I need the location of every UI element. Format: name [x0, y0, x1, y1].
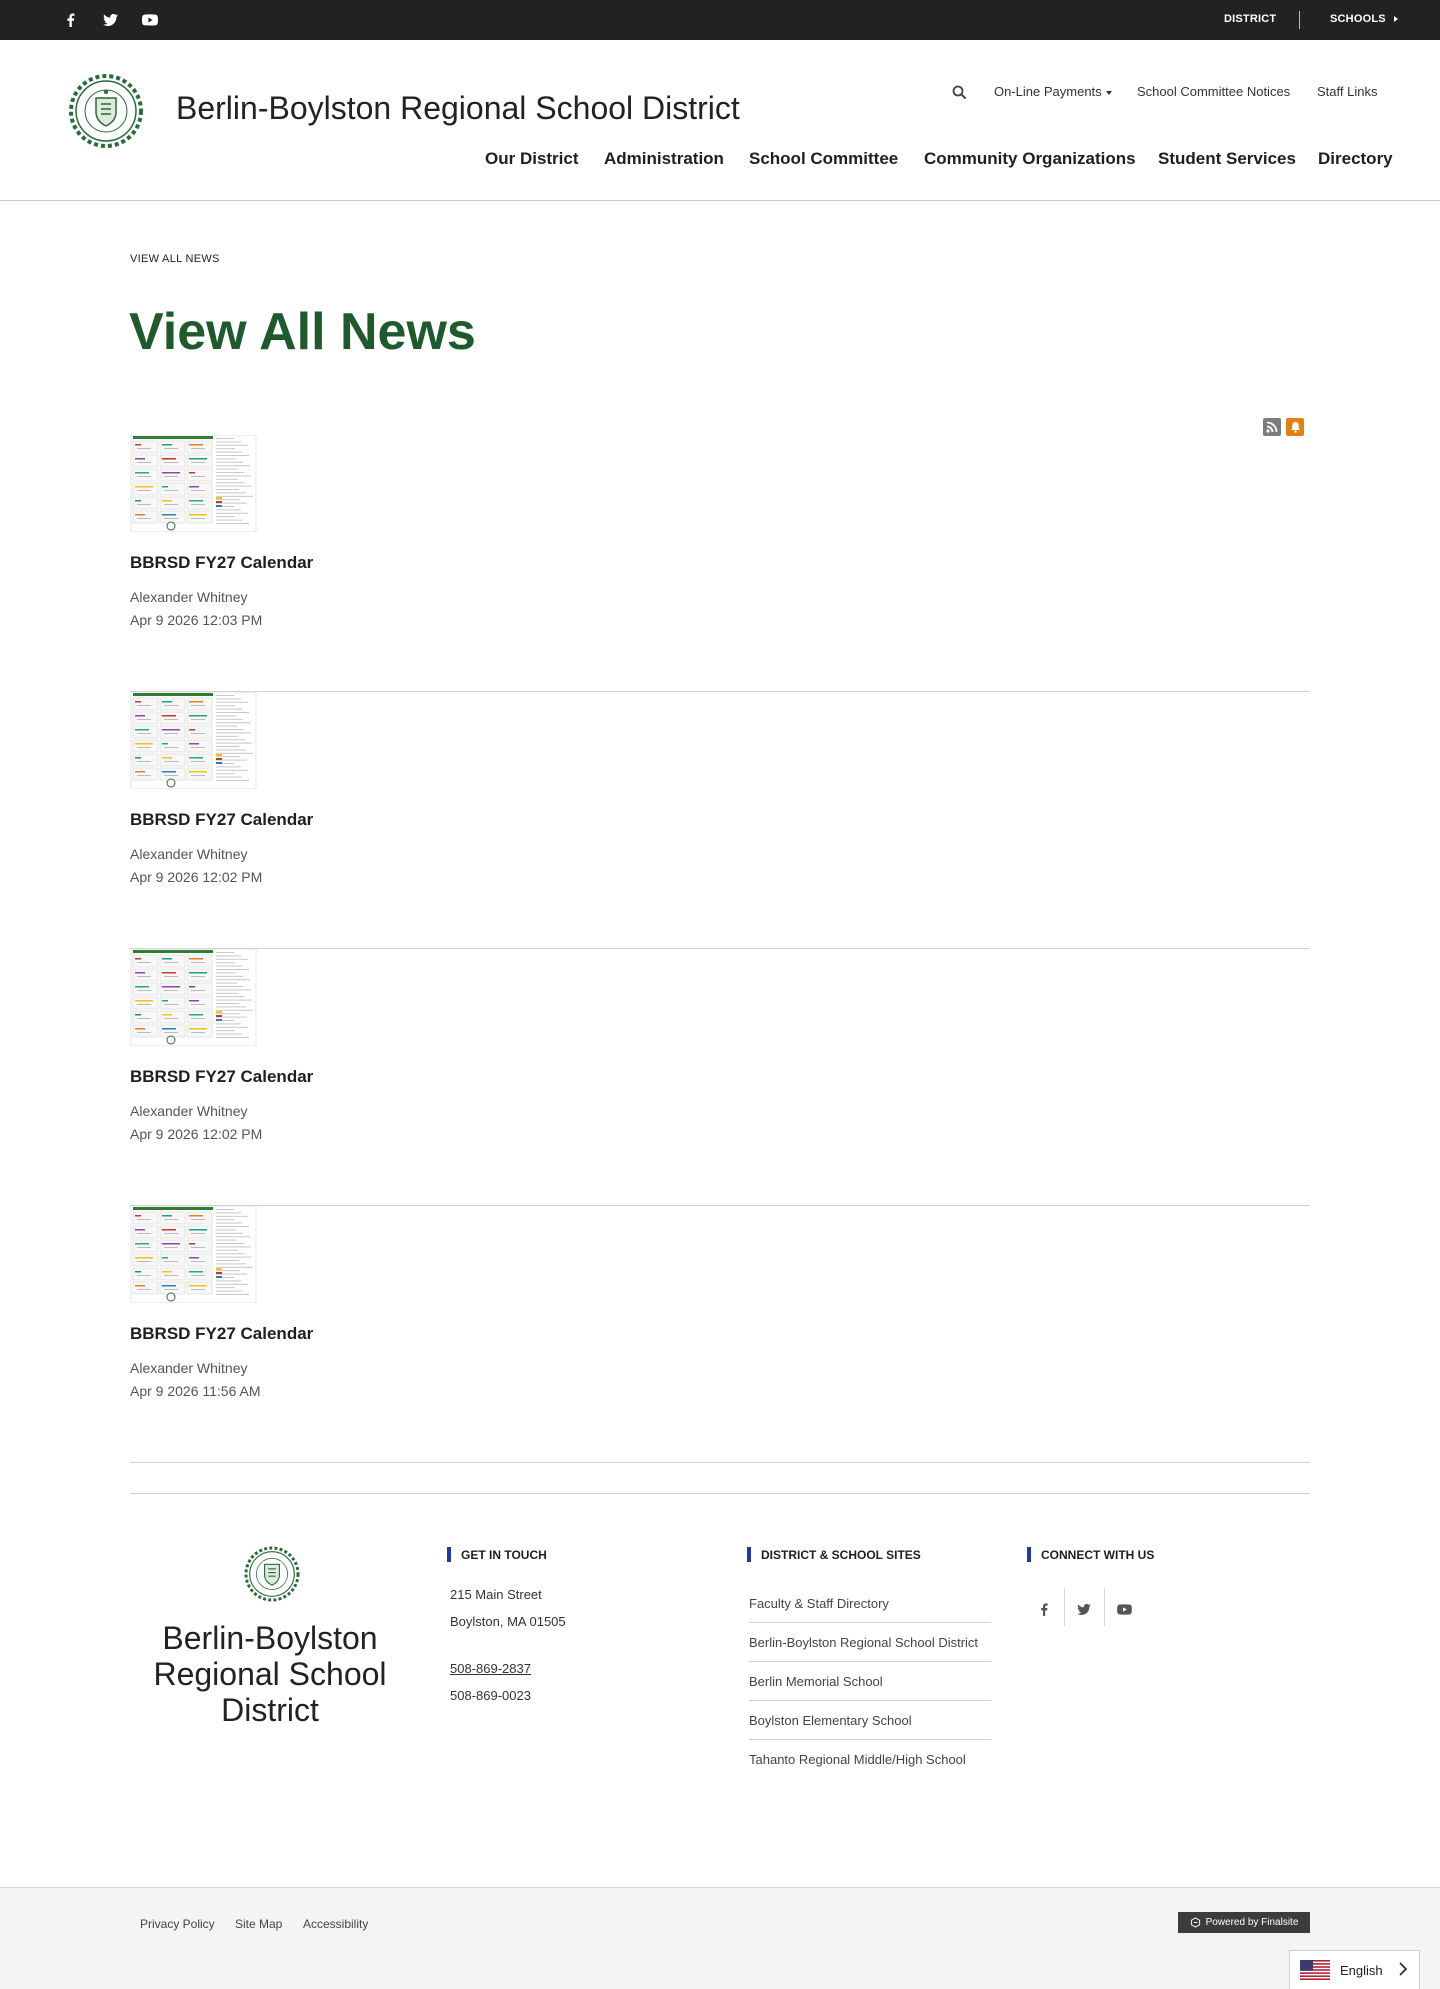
online-payments-label: On-Line Payments	[994, 84, 1102, 99]
district-school-sites-heading: DISTRICT & SCHOOL SITES	[747, 1547, 921, 1562]
finalsite-logo-icon	[1190, 1917, 1200, 1928]
news-thumbnail[interactable]	[130, 434, 257, 533]
search-icon[interactable]	[949, 82, 969, 102]
us-flag-icon	[1300, 1960, 1330, 1980]
caret-right-icon	[1394, 16, 1399, 23]
news-item: BBRSD FY27 Calendar Alexander Whitney Apr …	[130, 691, 1310, 949]
site-link[interactable]: Tahanto Regional Middle/High School	[749, 1740, 991, 1779]
news-title-link[interactable]: BBRSD FY27 Calendar	[130, 810, 313, 830]
nav-our-district[interactable]: Our District	[485, 149, 579, 169]
news-title-link[interactable]: BBRSD FY27 Calendar	[130, 1067, 313, 1087]
utility-bar: DISTRICT SCHOOLS	[0, 0, 1440, 40]
address-street: 215 Main Street	[450, 1587, 542, 1602]
news-item: BBRSD FY27 Calendar Alexander Whitney Apr …	[130, 948, 1310, 1206]
get-in-touch-heading: GET IN TOUCH	[447, 1547, 547, 1562]
schools-dropdown[interactable]: SCHOOLS	[1330, 13, 1399, 25]
phone-link[interactable]: 508-869-2837	[450, 1661, 531, 1676]
nav-school-committee[interactable]: School Committee	[749, 149, 898, 169]
news-author: Alexander Whitney	[130, 1103, 248, 1119]
site-title[interactable]: Berlin-Boylston Regional School District	[176, 90, 740, 127]
facebook-icon[interactable]	[50, 0, 90, 40]
news-thumbnail[interactable]	[130, 1205, 257, 1304]
calendar-thumbnail-image	[130, 948, 257, 1047]
site-link[interactable]: Berlin Memorial School	[749, 1662, 991, 1701]
bottom-bar	[0, 1887, 1440, 1989]
footer-twitter-icon[interactable]	[1064, 1590, 1104, 1628]
site-link[interactable]: Berlin-Boylston Regional School District	[749, 1623, 991, 1662]
address-city: Boylston, MA 01505	[450, 1614, 566, 1629]
news-thumbnail[interactable]	[130, 948, 257, 1047]
footer-youtube-icon[interactable]	[1104, 1590, 1144, 1628]
site-header: Berlin-Boylston Regional School District…	[0, 40, 1440, 201]
nav-student-services[interactable]: Student Services	[1158, 149, 1296, 169]
schools-label: SCHOOLS	[1330, 13, 1386, 25]
footer-district-seal-logo	[243, 1545, 301, 1603]
nav-directory[interactable]: Directory	[1318, 149, 1393, 169]
news-date: Apr 9 2026 12:02 PM	[130, 869, 263, 885]
connect-with-us-heading: CONNECT WITH US	[1027, 1547, 1154, 1562]
language-selector[interactable]: English	[1289, 1950, 1420, 1989]
powered-by-finalsite-badge[interactable]: Powered by Finalsite	[1178, 1912, 1310, 1933]
district-seal-logo[interactable]	[67, 72, 145, 150]
fax-number: 508-869-0023	[450, 1688, 531, 1703]
news-thumbnail[interactable]	[130, 691, 257, 790]
news-title-link[interactable]: BBRSD FY27 Calendar	[130, 553, 313, 573]
breadcrumb[interactable]: VIEW ALL NEWS	[130, 253, 220, 265]
news-item: BBRSD FY27 Calendar Alexander Whitney Apr …	[130, 434, 1310, 692]
rss-icon[interactable]	[1263, 418, 1281, 436]
news-title-link[interactable]: BBRSD FY27 Calendar	[130, 1324, 313, 1344]
privacy-policy-link[interactable]: Privacy Policy	[140, 1917, 215, 1931]
district-link[interactable]: DISTRICT	[1224, 13, 1276, 25]
site-link[interactable]: Boylston Elementary School	[749, 1701, 991, 1740]
twitter-icon[interactable]	[90, 0, 130, 40]
page-title: View All News	[129, 303, 476, 361]
news-item: BBRSD FY27 Calendar Alexander Whitney Apr …	[130, 1205, 1310, 1463]
staff-links-link[interactable]: Staff Links	[1317, 84, 1377, 99]
news-author: Alexander Whitney	[130, 589, 248, 605]
news-date: Apr 9 2026 11:56 AM	[130, 1383, 261, 1399]
calendar-thumbnail-image	[130, 1205, 257, 1304]
calendar-thumbnail-image	[130, 434, 257, 533]
school-committee-notices-link[interactable]: School Committee Notices	[1137, 84, 1290, 99]
footer-facebook-icon[interactable]	[1024, 1590, 1064, 1628]
notification-bell-icon[interactable]	[1286, 418, 1304, 436]
news-date: Apr 9 2026 12:02 PM	[130, 1126, 263, 1142]
footer-divider	[130, 1493, 1310, 1494]
nav-community-organizations[interactable]: Community Organizations	[924, 149, 1136, 169]
news-date: Apr 9 2026 12:03 PM	[130, 612, 263, 628]
news-author: Alexander Whitney	[130, 1360, 248, 1376]
divider	[1299, 11, 1300, 29]
footer-district-name: Berlin-Boylston Regional School District	[153, 1620, 387, 1728]
accessibility-link[interactable]: Accessibility	[303, 1917, 368, 1931]
news-author: Alexander Whitney	[130, 846, 248, 862]
site-link[interactable]: Faculty & Staff Directory	[749, 1584, 991, 1623]
powered-by-label: Powered by Finalsite	[1205, 1917, 1299, 1928]
nav-administration[interactable]: Administration	[604, 149, 724, 169]
caret-down-icon	[1105, 90, 1112, 95]
online-payments-dropdown[interactable]: On-Line Payments	[994, 84, 1112, 99]
youtube-icon[interactable]	[130, 0, 170, 40]
calendar-thumbnail-image	[130, 691, 257, 790]
chevron-right-icon	[1399, 1962, 1407, 1976]
language-label: English	[1340, 1962, 1383, 1978]
site-map-link[interactable]: Site Map	[235, 1917, 282, 1931]
